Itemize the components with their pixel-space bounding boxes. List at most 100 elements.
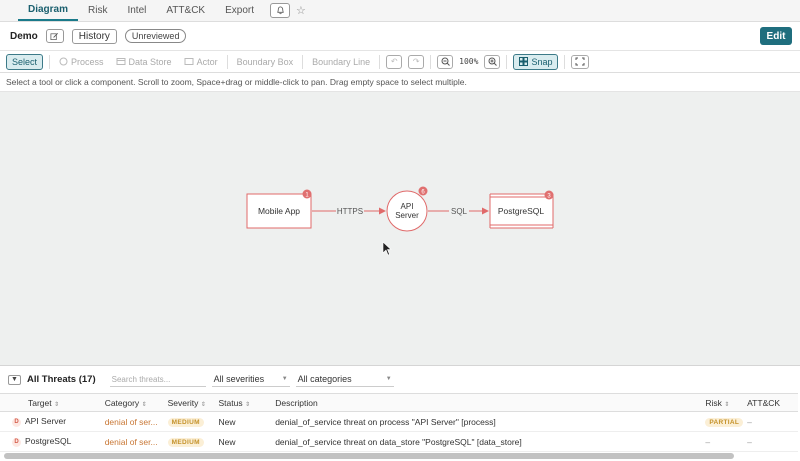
grid-icon	[519, 57, 529, 66]
rectangle-icon	[184, 58, 194, 65]
help-hint: Select a tool or click a component. Scro…	[0, 73, 800, 92]
toolbar-divider	[564, 54, 566, 69]
data-store-tool-label: Data Store	[128, 56, 172, 67]
actor-tool[interactable]: Actor	[181, 57, 221, 67]
table-header-row: Target ⇕ Category ⇕ Severity ⇕ Status ⇕ …	[0, 393, 798, 412]
mouse-cursor-icon	[382, 241, 392, 256]
fullscreen-icon	[575, 57, 585, 66]
table-row[interactable]: D PostgreSQL denial of ser... MEDIUM New …	[0, 431, 798, 452]
history-button[interactable]: History	[71, 28, 117, 44]
collapse-panel-button[interactable]: ▼	[8, 374, 21, 385]
node-label-api-server-line2: Server	[395, 211, 419, 220]
toolbar-divider	[49, 54, 51, 69]
node-mobile-app[interactable]: Mobile App 1	[246, 189, 312, 229]
column-header-label: Target	[28, 397, 52, 408]
redo-icon: ↷	[412, 57, 420, 66]
process-tool-label: Process	[71, 56, 104, 67]
column-header-risk[interactable]: Risk ⇕	[701, 393, 744, 412]
column-header-label: Category	[104, 397, 140, 408]
zoom-in-icon	[488, 57, 497, 66]
cell-status: New	[214, 411, 272, 432]
cell-status: New	[214, 431, 272, 452]
edit-button[interactable]: Edit	[760, 27, 792, 45]
node-label-postgresql: PostgreSQL	[498, 206, 545, 216]
cell-attack: –	[743, 431, 798, 452]
snap-toggle[interactable]: Snap	[513, 53, 559, 70]
stride-category-icon: D	[12, 437, 21, 447]
column-header-status[interactable]: Status ⇕	[214, 393, 272, 412]
node-postgresql[interactable]: PostgreSQL 3	[489, 190, 554, 229]
category-filter[interactable]: All categories ▼	[295, 373, 394, 387]
sort-icon: ⇕	[244, 401, 251, 408]
cell-description: denial_of_service threat on process "API…	[271, 411, 702, 432]
tab-attack[interactable]: ATT&CK	[156, 0, 215, 21]
bell-icon	[276, 6, 284, 15]
fullscreen-button[interactable]	[571, 54, 590, 69]
zoom-in-button[interactable]	[484, 54, 501, 69]
tab-risk[interactable]: Risk	[78, 0, 117, 21]
cell-severity: MEDIUM	[163, 411, 215, 432]
table-row[interactable]: D API Server denial of ser... MEDIUM New …	[0, 411, 798, 432]
target-name: PostgreSQL	[25, 436, 72, 447]
tab-intel[interactable]: Intel	[117, 0, 156, 21]
diagram-canvas[interactable]: HTTPS SQL Mobile App 1 API Server 6 Post…	[0, 92, 800, 365]
rename-button[interactable]	[45, 29, 64, 43]
column-header-label: Status	[218, 397, 243, 408]
column-header-category[interactable]: Category ⇕	[100, 393, 164, 412]
chevron-down-icon: ▼	[11, 376, 18, 383]
boundary-line-tool[interactable]: Boundary Line	[309, 57, 373, 67]
severity-filter[interactable]: All severities ▼	[211, 373, 290, 387]
column-header-description[interactable]: Description	[271, 393, 702, 412]
cell-description: denial_of_service threat on data_store "…	[271, 431, 702, 452]
undo-button[interactable]: ↶	[386, 54, 403, 69]
toolbar-divider	[430, 54, 432, 69]
star-icon[interactable]: ☆	[296, 4, 306, 21]
data-store-icon	[116, 58, 126, 65]
cell-attack: –	[743, 411, 798, 432]
column-header-label: ATT&CK	[747, 397, 781, 408]
tab-export[interactable]: Export	[215, 0, 264, 21]
actor-tool-label: Actor	[196, 56, 218, 67]
threat-search-input[interactable]: Search threats...	[109, 373, 206, 387]
top-tab-bar: Diagram Risk Intel ATT&CK Export ☆	[0, 0, 800, 22]
zoom-out-button[interactable]	[437, 54, 454, 69]
tab-diagram[interactable]: Diagram	[18, 0, 79, 21]
node-label-api-server-line1: API	[401, 202, 414, 211]
notifications-button[interactable]	[270, 3, 290, 18]
data-store-tool[interactable]: Data Store	[113, 57, 175, 67]
cell-risk: –	[701, 431, 744, 452]
chevron-down-icon: ▼	[281, 376, 288, 382]
column-header-label: Risk	[705, 397, 722, 408]
column-header-label: Description	[275, 397, 318, 408]
redo-button[interactable]: ↷	[408, 54, 425, 69]
review-status-badge: Unreviewed	[124, 29, 187, 43]
sort-icon: ⇕	[54, 401, 60, 408]
threats-panel-header: ▼ All Threats (17) Search threats... All…	[0, 366, 800, 393]
boundary-box-tool[interactable]: Boundary Box	[234, 57, 297, 67]
column-header-severity[interactable]: Severity ⇕	[163, 393, 215, 412]
edge-label-sql: SQL	[451, 207, 468, 216]
cell-severity: MEDIUM	[163, 431, 215, 452]
risk-badge: PARTIAL	[705, 418, 744, 427]
toolbar-divider	[302, 54, 304, 69]
horizontal-scrollbar[interactable]	[4, 453, 734, 459]
column-header-attack[interactable]: ATT&CK	[743, 393, 798, 412]
toolbar-divider	[379, 54, 381, 69]
zoom-level: 100%	[459, 57, 479, 66]
process-tool[interactable]: Process	[56, 57, 107, 67]
undo-icon: ↶	[390, 57, 398, 66]
edge-sql[interactable]: SQL	[428, 205, 489, 217]
cell-category: denial of ser...	[100, 411, 164, 432]
cell-target: D API Server	[0, 411, 101, 432]
snap-label: Snap	[531, 56, 553, 67]
sort-icon: ⇕	[141, 401, 147, 408]
edge-label-https: HTTPS	[337, 207, 363, 216]
select-tool[interactable]: Select	[6, 53, 44, 70]
diagram-toolbar: Select Process Data Store Actor Boundary…	[0, 51, 800, 73]
column-header-target[interactable]: Target ⇕	[0, 393, 101, 412]
node-api-server[interactable]: API Server 6	[386, 186, 428, 232]
toolbar-divider	[506, 54, 508, 69]
column-header-label: Severity	[167, 397, 199, 408]
threats-title: All Threats (17)	[27, 374, 96, 385]
edge-https[interactable]: HTTPS	[312, 205, 386, 217]
